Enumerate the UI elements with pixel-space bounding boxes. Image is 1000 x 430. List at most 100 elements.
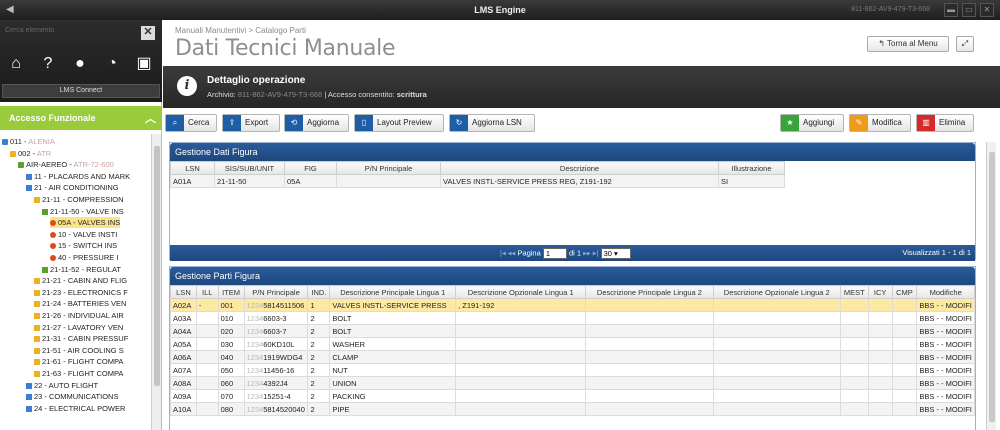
table-row[interactable]: A02A -001 12345814511506 1 VALVES INSTL-SERV… xyxy=(170,298,975,312)
scrollbar-thumb[interactable] xyxy=(989,152,995,422)
triangle-bullet-icon xyxy=(26,394,32,401)
column-header[interactable]: Illustrazione xyxy=(718,161,785,175)
table-cell: WASHER xyxy=(329,337,457,351)
table-row[interactable]: A08A 060 12344392J4 2 UNION BBS - - MODIFI xyxy=(170,376,975,390)
torna-al-menu-button[interactable]: ↰ Torna al Menu xyxy=(867,36,949,52)
tree-node[interactable]: 10 - VALVE INSTI xyxy=(50,229,117,240)
column-header[interactable]: P/N Principale xyxy=(336,161,441,175)
tree-node[interactable]: 21-26 - INDIVIDUAL AIR xyxy=(34,310,124,321)
tree-node[interactable]: 05A - VALVES INS xyxy=(50,217,121,229)
column-header[interactable]: P/N Principale xyxy=(243,285,309,299)
sidebar-scrollbar[interactable] xyxy=(151,134,161,430)
help-icon[interactable]: ? xyxy=(38,54,58,74)
tree-node[interactable]: 21-11 - COMPRESSION xyxy=(34,194,124,205)
tree-node[interactable]: 15 - SWITCH INS xyxy=(50,240,117,251)
tree-node[interactable]: 21 - AIR CONDITIONING xyxy=(26,182,119,193)
tree-node[interactable]: 11 - PLACARDS AND MARK xyxy=(26,171,130,182)
user-icon[interactable]: ● xyxy=(70,54,90,74)
tree-node[interactable]: 21-27 - LAVATORY VEN xyxy=(34,322,123,333)
table-cell: NUT xyxy=(329,363,457,377)
tree-node[interactable]: 21-31 - CABIN PRESSUF xyxy=(34,333,128,344)
tree-node[interactable]: 21-21 - CABIN AND FLIG xyxy=(34,275,127,286)
lock-icon[interactable]: ▣ xyxy=(134,54,154,74)
column-header[interactable]: Descrizione Principale Lingua 2 xyxy=(585,285,714,299)
table-row[interactable]: A07A 050 123411456-16 2 NUT BBS - - MODIFI xyxy=(170,363,975,377)
table-cell xyxy=(195,376,219,390)
column-header[interactable]: LSN xyxy=(170,285,197,299)
tree-node-label: 11 - PLACARDS AND MARK xyxy=(34,171,131,181)
first-page-icon[interactable]: |◂ ◂◂ xyxy=(500,248,515,257)
table-row[interactable]: A03A 010 12346603-3 2 BOLT BBS - - MODIFI xyxy=(170,311,975,325)
table-cell xyxy=(712,363,841,377)
maximize-icon[interactable]: ▭ xyxy=(962,3,976,17)
column-header[interactable]: CMP xyxy=(891,285,918,299)
tree-node[interactable]: 21-63 - FLIGHT COMPA xyxy=(34,368,123,379)
part-number: 5814520040 xyxy=(263,404,305,414)
tree-node[interactable]: 22 - AUTO FLIGHT xyxy=(26,380,98,391)
main-scrollbar[interactable] xyxy=(986,142,996,430)
column-header[interactable]: ITEM xyxy=(217,285,245,299)
tree-node[interactable]: 24 - ELECTRICAL POWER xyxy=(26,403,125,414)
tree-node[interactable]: 21-51 - AIR COOLING S xyxy=(34,345,124,356)
column-header[interactable]: Descrizione Opzionale Lingua 2 xyxy=(712,285,841,299)
table-row[interactable]: A05A 030 123460KD10L 2 WASHER BBS - - MODIFI xyxy=(170,337,975,351)
page-input[interactable]: 1 xyxy=(542,248,567,259)
lms-connect-button[interactable]: LMS Connect xyxy=(2,84,160,98)
tree-node[interactable]: 21-61 - FLIGHT COMPA xyxy=(34,356,123,367)
home-icon[interactable]: ⌂ xyxy=(6,54,26,74)
breadcrumb[interactable]: Manuali Manutentivi > Catalogo Parti xyxy=(175,26,306,35)
table-cell: 020 xyxy=(217,324,245,338)
cerca-button[interactable]: ⌕ Cerca xyxy=(165,114,217,132)
tree-node[interactable]: 011 - ALENIA xyxy=(2,136,55,147)
table-row[interactable]: A06A 040 12341919WDG4 2 CLAMP BBS - - MODIFI xyxy=(170,350,975,364)
tree-node[interactable]: 23 - COMMUNICATIONS xyxy=(26,391,118,402)
column-header[interactable]: SIS/SUB/UNIT xyxy=(214,161,285,175)
export-button[interactable]: ⇪ Export xyxy=(222,114,280,132)
column-header[interactable]: Descrizione xyxy=(440,161,719,175)
tree-node[interactable]: 002 - ATR xyxy=(10,148,51,159)
table-row[interactable]: A10A 080 12345814520040 2 PIPE BBS - - MODIFI xyxy=(170,402,975,416)
per-page-select[interactable]: 30 ▾ xyxy=(600,248,631,259)
aggiorna-lsn-button[interactable]: ↻ Aggiorna LSN xyxy=(449,114,535,132)
modifica-button[interactable]: ✎ Modifica xyxy=(849,114,911,132)
column-header[interactable]: ICY xyxy=(867,285,893,299)
table-cell xyxy=(195,337,219,351)
aggiungi-button[interactable]: ★ Aggiungi xyxy=(780,114,844,132)
gauge-icon[interactable]: ◔ xyxy=(102,54,122,74)
elimina-button[interactable]: ▥ Elimina xyxy=(916,114,974,132)
tree-node[interactable]: 21-24 - BATTERIES VEN xyxy=(34,298,126,309)
accesso-funzionale-header[interactable]: Accesso Funzionale ︿ xyxy=(0,106,162,130)
table-row[interactable]: A09A 070 123415251-4 2 PACKING BBS - - MODIFI xyxy=(170,389,975,403)
column-header[interactable]: Descrizione Principale Lingua 1 xyxy=(329,285,457,299)
column-header[interactable]: IND. xyxy=(307,285,331,299)
column-header[interactable]: MEST xyxy=(839,285,869,299)
scrollbar-thumb[interactable] xyxy=(154,146,160,386)
tree-node[interactable]: 21-11-50 - VALVE INS xyxy=(42,206,124,217)
chevron-up-icon[interactable]: ︿ xyxy=(145,110,156,126)
close-window-icon[interactable]: ✕ xyxy=(980,3,994,17)
tree-node-label: 21-61 - FLIGHT COMPA xyxy=(42,357,124,367)
column-header[interactable]: FIG xyxy=(284,161,337,175)
minimize-icon[interactable]: ▬ xyxy=(944,3,958,17)
tree-node[interactable]: 21-11-52 - REGULAT xyxy=(42,264,121,275)
sidebar-search-input[interactable]: Cerca elemento xyxy=(5,27,135,40)
tree-node[interactable]: 40 - PRESSURE I xyxy=(50,252,118,263)
tree-node-label: 10 - VALVE INSTI xyxy=(58,229,118,239)
column-header[interactable]: Descrizione Opzionale Lingua 1 xyxy=(455,285,587,299)
table-cell: 123415251-4 xyxy=(243,389,309,403)
tree-node[interactable]: 21-23 - ELECTRONICS F xyxy=(34,287,128,298)
last-page-icon[interactable]: ▸▸ ▸| xyxy=(583,248,598,257)
sidebar-close-button[interactable]: ✕ xyxy=(141,26,155,40)
column-header[interactable]: LSN xyxy=(170,161,215,175)
table-row[interactable]: A01A 21-11-50 05A VALVES INSTL-SERVICE PRES… xyxy=(170,174,785,188)
column-header[interactable]: ILL xyxy=(195,285,219,299)
aggiorna-button[interactable]: ⟲ Aggiorna xyxy=(284,114,349,132)
layout-preview-button[interactable]: ▯ Layout Preview xyxy=(354,114,444,132)
table-cell: A09A xyxy=(170,389,197,403)
tree-node[interactable]: AIR-AEREO - ATR-72-600 xyxy=(18,159,114,170)
column-header[interactable]: Modifiche xyxy=(916,285,975,299)
table-cell xyxy=(867,402,893,416)
expand-button[interactable]: ⤢ xyxy=(956,36,974,52)
table-cell xyxy=(455,337,587,351)
table-row[interactable]: A04A 020 12346603-7 2 BOLT BBS - - MODIFI xyxy=(170,324,975,338)
